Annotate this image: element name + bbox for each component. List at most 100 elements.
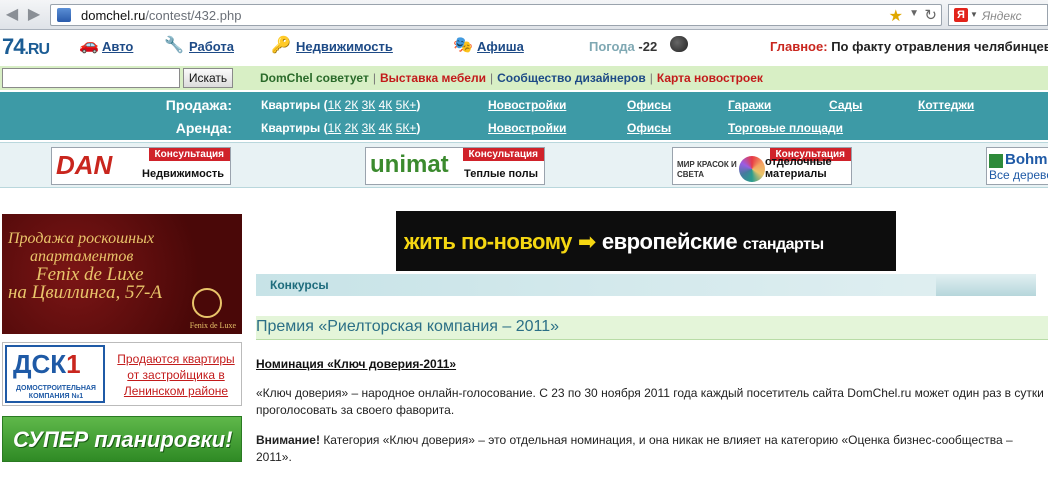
nomination-heading: Номинация «Ключ доверия-2011»	[256, 357, 457, 371]
main-headline: Главное: По факту отравления челябинцев	[770, 39, 1048, 54]
banner-dan[interactable]: DAN Консультация Недвижимость	[51, 147, 231, 185]
sale-room-4k[interactable]: 4К	[379, 98, 393, 112]
url-path: /contest/432.php	[145, 8, 242, 23]
dsk-logo-num: 1	[66, 349, 81, 379]
main-ad-part3: стандарты	[742, 236, 824, 253]
rent-room-5k[interactable]: 5К+	[396, 121, 417, 135]
bohm-logo-icon	[989, 154, 1003, 168]
rent-room-3k[interactable]: 3К	[362, 121, 376, 135]
url-host: domchel.ru	[81, 8, 146, 23]
paragraph-2-text: Категория «Ключ доверия» – это отдельная…	[256, 433, 1013, 464]
weather-widget[interactable]: Погода -22	[589, 39, 657, 54]
headline-label: Главное:	[770, 39, 828, 54]
paragraph-1: «Ключ доверия» – народное онлайн-голосов…	[256, 386, 1044, 417]
section-crumb[interactable]: Конкурсы	[270, 278, 329, 292]
browser-search-box[interactable]: Я ▼ Яндекс	[948, 4, 1048, 26]
site-favicon-icon	[57, 8, 71, 22]
banner-mir-krasok[interactable]: МИР КРАСОК И СВЕТА Консультация отделочн…	[672, 147, 852, 185]
fenix-emblem-icon	[192, 288, 222, 318]
partner-banner-strip: DAN Консультация Недвижимость unimat Кон…	[0, 142, 1048, 188]
super-layouts-text: СУПЕР планировки!	[13, 427, 233, 452]
headline-link[interactable]: По факту отравления челябинцев	[831, 39, 1048, 54]
sale-room-2k[interactable]: 2К	[345, 98, 359, 112]
bookmark-star-icon[interactable]: ★	[889, 6, 903, 26]
nav-afisha[interactable]: Афиша	[477, 39, 524, 54]
dsk1-logo: ДСК1 ДОМОСТРОИТЕЛЬНАЯ КОМПАНИЯ №1	[5, 345, 105, 403]
reload-icon[interactable]: ↻	[924, 6, 937, 24]
car-icon: 🚗	[79, 37, 99, 54]
site-logo[interactable]: 74.RU	[2, 34, 50, 60]
search-button[interactable]: Искать	[183, 68, 233, 88]
sale-garages[interactable]: Гаражи	[728, 98, 771, 112]
city-skyline-decor	[936, 274, 1036, 296]
mir-krasok-caption: отделочные материалы	[765, 156, 832, 180]
promo-designers[interactable]: Сообщество дизайнеров	[497, 71, 646, 85]
search-placeholder: Яндекс	[982, 9, 1022, 23]
dan-logo: DAN	[56, 150, 113, 180]
fenix-small-caption: Fenix de Luxe	[189, 321, 236, 330]
nav-work[interactable]: Работа	[189, 39, 234, 54]
section-bar: Конкурсы	[256, 274, 1036, 296]
sale-room-5k[interactable]: 5К+	[396, 98, 417, 112]
page-title: Премия «Риелторская компания – 2011»	[256, 318, 560, 335]
yandex-icon[interactable]: Я	[954, 8, 968, 22]
attention-label: Внимание!	[256, 433, 320, 447]
key-icon: 🔑	[271, 37, 291, 54]
search-row: Искать DomChel советует | Выставка мебели |…	[0, 66, 1048, 90]
consult-tag: Консультация	[462, 148, 544, 161]
rent-apts-label[interactable]: Квартиры	[261, 121, 320, 135]
unimat-caption: Теплые полы	[464, 168, 538, 180]
bohm-logo: Bohm	[1005, 151, 1048, 168]
sale-cottages[interactable]: Коттеджи	[918, 98, 974, 112]
forward-arrow-icon[interactable]: ▶	[24, 5, 44, 25]
dsk-logo-text: ДСК	[13, 349, 67, 379]
address-bar[interactable]: domchel.ru/contest/432.php ★ ▼ ↻	[50, 4, 942, 26]
rent-offices[interactable]: Офисы	[627, 121, 671, 135]
rent-retail[interactable]: Торговые площади	[728, 121, 843, 135]
ad-fenix-de-luxe[interactable]: Продажа роскошных апартаментов Fenix de …	[2, 214, 242, 334]
sale-room-1k[interactable]: 1К	[328, 98, 342, 112]
paragraph-2: Внимание! Категория «Ключ доверия» – это…	[256, 432, 1044, 466]
rent-room-2k[interactable]: 2К	[345, 121, 359, 135]
back-arrow-icon[interactable]: ◀	[2, 5, 22, 25]
sale-offices[interactable]: Офисы	[627, 98, 671, 112]
promo-domchel-advises[interactable]: DomChel советует	[260, 71, 369, 85]
rent-room-4k[interactable]: 4К	[379, 121, 393, 135]
unimat-logo: unimat	[370, 151, 449, 178]
banner-unimat[interactable]: unimat Консультация Теплые полы	[365, 147, 545, 185]
wrench-icon: 🔧	[164, 37, 184, 54]
weather-cloud-icon	[670, 36, 688, 52]
main-ad-part1: жить по-новому	[404, 229, 572, 254]
consult-tag: Консультация	[148, 148, 230, 161]
dsk-ad-link[interactable]: Продаются квартиры от застройщика в Лени…	[111, 351, 241, 399]
sale-newbuilds[interactable]: Новостройки	[488, 98, 566, 112]
site-search-input[interactable]	[2, 68, 180, 88]
rent-newbuilds[interactable]: Новостройки	[488, 121, 566, 135]
ad-dsk1[interactable]: ДСК1 ДОМОСТРОИТЕЛЬНАЯ КОМПАНИЯ №1 Продаю…	[2, 342, 242, 406]
promo-newbuild-map[interactable]: Карта новостроек	[657, 71, 763, 85]
mir-krasok-logo: МИР КРАСОК И СВЕТА	[677, 160, 737, 179]
nav-auto[interactable]: Авто	[102, 39, 133, 54]
logo-number: 74	[2, 34, 26, 59]
weather-temp: -22	[638, 39, 658, 54]
rent-label: Аренда:	[175, 120, 232, 136]
browser-toolbar: ◀ ▶ domchel.ru/contest/432.php ★ ▼ ↻ Я ▼…	[0, 0, 1048, 30]
fenix-line-1: Продажа роскошных	[8, 230, 155, 247]
sale-gardens[interactable]: Сады	[829, 98, 862, 112]
promo-furniture-expo[interactable]: Выставка мебели	[380, 71, 486, 85]
sale-apartments: Квартиры (1К 2К 3К 4К 5К+)	[261, 98, 421, 112]
ad-european-standards[interactable]: жить по-новому ➡ европейские стандарты	[396, 211, 896, 271]
dsk-logo-subtitle: ДОМОСТРОИТЕЛЬНАЯ КОМПАНИЯ №1	[16, 385, 96, 400]
engine-dropdown-icon[interactable]: ▼	[970, 10, 978, 19]
banner-bohm[interactable]: Bohm Все деревo	[986, 147, 1048, 185]
nav-realty[interactable]: Недвижимость	[296, 39, 393, 54]
fenix-line-4: на Цвиллинга, 57-А	[8, 282, 162, 303]
rent-apartments: Квартиры (1К 2К 3К 4К 5К+)	[261, 121, 421, 135]
sale-room-3k[interactable]: 3К	[362, 98, 376, 112]
promo-links: DomChel советует | Выставка мебели | Сообщес…	[260, 71, 763, 85]
history-dropdown-icon[interactable]: ▼	[909, 8, 919, 19]
rent-room-1k[interactable]: 1К	[328, 121, 342, 135]
sale-apts-label[interactable]: Квартиры	[261, 98, 320, 112]
ad-super-layouts[interactable]: СУПЕР планировки!	[2, 416, 242, 462]
sale-label: Продажа:	[165, 97, 232, 113]
